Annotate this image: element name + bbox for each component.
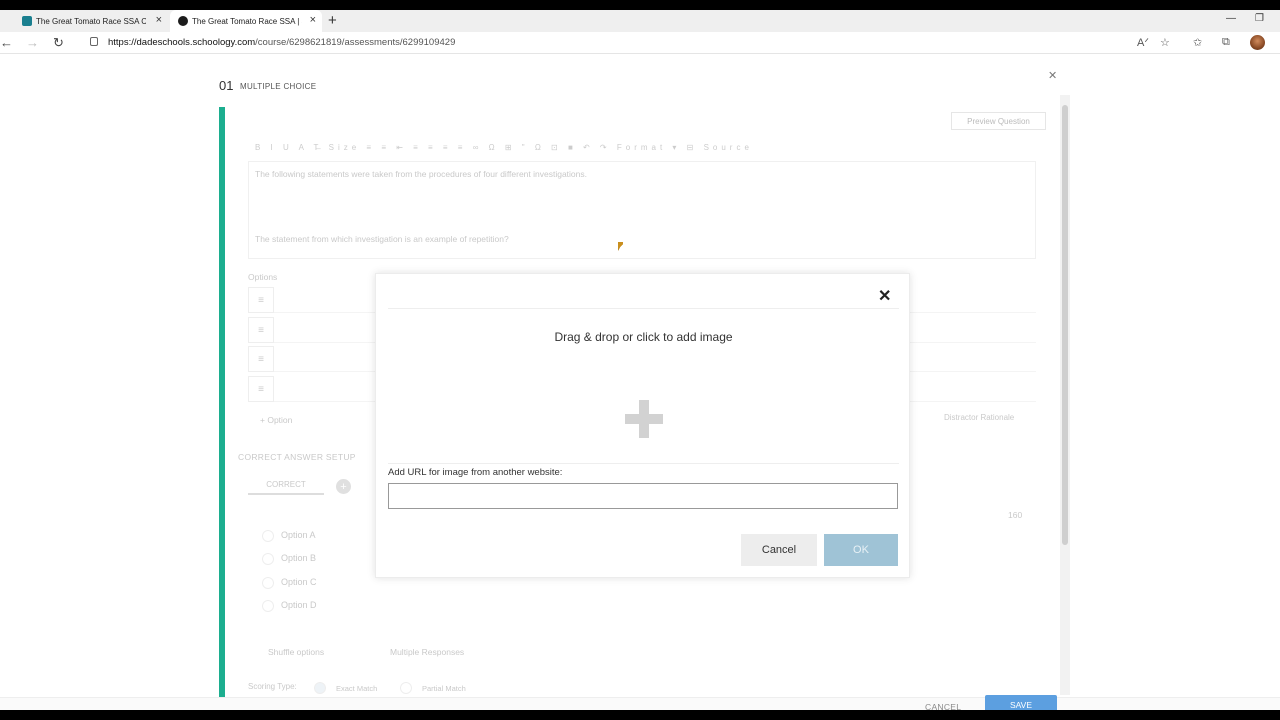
option-drag-icon[interactable]: ≡: [248, 346, 274, 372]
question-text-line: The statement from which investigation i…: [255, 234, 509, 244]
answer-option: Option B: [281, 553, 317, 563]
add-image-dialog: ✕ Drag & drop or click to add image Add …: [375, 273, 910, 578]
favorite-star-icon[interactable]: ☆: [1160, 36, 1170, 49]
option-drag-icon[interactable]: ≡: [248, 376, 274, 402]
divider: [388, 308, 899, 309]
radio-option-d[interactable]: [262, 600, 274, 612]
add-option-button[interactable]: + Option: [260, 415, 292, 425]
points-value[interactable]: 160: [1008, 510, 1022, 520]
dialog-ok-button[interactable]: OK: [824, 534, 898, 566]
close-icon[interactable]: ✕: [878, 286, 891, 306]
radio-option-b[interactable]: [262, 553, 274, 565]
preview-question-button[interactable]: Preview Question: [951, 112, 1046, 130]
address-bar: ← → ↻ https://dadeschools.schoology.com/…: [0, 32, 1280, 54]
scrollbar-thumb[interactable]: [1062, 105, 1068, 545]
image-drop-zone[interactable]: Drag & drop or click to add image: [388, 310, 899, 462]
screen: The Great Tomato Race SSA Con × The Grea…: [0, 10, 1280, 710]
url-host: https://dadeschools.schoology.com: [108, 37, 256, 48]
rich-text-toolbar[interactable]: B I U A T̶ Size ≡ ≡ ⇤ ≡ ≡ ≡ ≡ ∞ Ω ⊞ " Ω …: [255, 143, 753, 152]
teams-icon: [22, 16, 32, 26]
tab-title: The Great Tomato Race SSA Con: [36, 16, 146, 26]
scoring-type-label: Scoring Type:: [248, 682, 297, 691]
close-tab-icon[interactable]: ×: [310, 14, 316, 26]
answer-option: Option A: [281, 530, 316, 540]
answer-option: Option D: [281, 600, 317, 610]
option-drag-icon[interactable]: ≡: [248, 287, 274, 313]
browser-tab-bar: The Great Tomato Race SSA Con × The Grea…: [0, 10, 1280, 32]
question-number: 01: [219, 78, 234, 93]
multiple-responses-toggle[interactable]: Multiple Responses: [390, 647, 464, 657]
url-field[interactable]: https://dadeschools.schoology.com/course…: [108, 37, 455, 48]
dialog-cancel-button[interactable]: Cancel: [741, 534, 817, 566]
lock-icon: [90, 37, 98, 46]
close-tab-icon[interactable]: ×: [156, 14, 162, 26]
browser-tab-1[interactable]: The Great Tomato Race SSA Con ×: [14, 10, 168, 32]
new-tab-icon[interactable]: +: [328, 12, 337, 29]
minimize-icon[interactable]: —: [1226, 13, 1236, 24]
radio-option-c[interactable]: [262, 577, 274, 589]
partial-match-label: Partial Match: [422, 684, 466, 693]
divider: [388, 463, 899, 464]
cancel-button[interactable]: CANCEL: [925, 702, 961, 710]
image-url-label: Add URL for image from another website:: [388, 467, 563, 478]
radio-exact-match[interactable]: [314, 682, 326, 694]
drop-zone-label: Drag & drop or click to add image: [554, 330, 733, 344]
refresh-icon[interactable]: ↻: [53, 35, 64, 51]
radio-partial-match[interactable]: [400, 682, 412, 694]
correct-answer-setup-heading: CORRECT ANSWER SETUP: [238, 452, 356, 462]
schoology-icon: [178, 16, 188, 26]
shuffle-options-toggle[interactable]: Shuffle options: [268, 647, 324, 657]
add-image-plus-icon: [625, 400, 663, 438]
mouse-cursor-icon: [618, 242, 623, 251]
tab-title: The Great Tomato Race SSA | Sch: [192, 16, 302, 26]
browser-tab-2[interactable]: The Great Tomato Race SSA | Sch ×: [170, 10, 322, 32]
url-path: /course/6298621819/assessments/629910942…: [255, 37, 456, 48]
option-drag-icon[interactable]: ≡: [248, 317, 274, 343]
save-button[interactable]: SAVE: [985, 695, 1057, 710]
back-icon[interactable]: ←: [0, 35, 13, 50]
exact-match-label: Exact Match: [336, 684, 378, 693]
question-text-line: The following statements were taken from…: [255, 169, 587, 179]
options-label: Options: [248, 272, 278, 282]
footer-bar: [0, 697, 1280, 710]
answer-option: Option C: [281, 577, 317, 587]
forward-icon[interactable]: →: [26, 35, 39, 50]
read-aloud-icon[interactable]: Aᐟ: [1137, 36, 1149, 49]
close-icon[interactable]: ✕: [1048, 69, 1057, 82]
image-url-input[interactable]: [388, 483, 898, 509]
radio-option-a[interactable]: [262, 530, 274, 542]
favorites-icon[interactable]: ✩: [1193, 36, 1202, 49]
restore-icon[interactable]: ❐: [1255, 13, 1264, 24]
add-alternate-icon[interactable]: +: [336, 479, 351, 494]
collections-icon[interactable]: ⧉: [1222, 36, 1230, 49]
add-option-label: Option: [267, 415, 293, 425]
distractor-rationale-link[interactable]: Distractor Rationale: [944, 413, 1014, 422]
profile-avatar[interactable]: [1250, 35, 1265, 50]
tab-correct[interactable]: CORRECT: [248, 480, 324, 495]
question-type: MULTIPLE CHOICE: [240, 82, 317, 91]
